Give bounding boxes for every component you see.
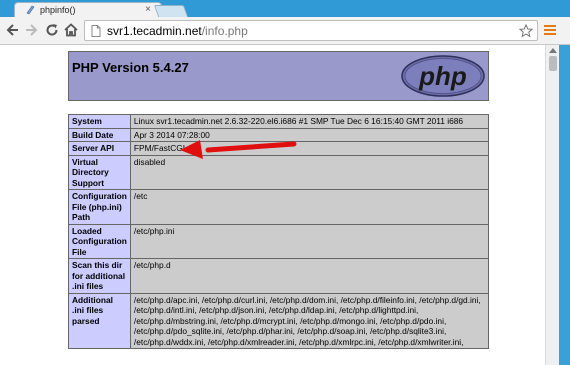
row-label: Loaded Configuration File: [68, 223, 131, 259]
row-label: Virtual Directory Support: [68, 154, 131, 190]
php-logo-text: php: [418, 61, 467, 91]
row-label: Scan this dir for additional .ini files: [68, 258, 131, 294]
menu-bar-icon: [544, 29, 556, 31]
table-row: System Linux svr1.tecadmin.net 2.6.32-220…: [68, 114, 490, 129]
url-path: /info.php: [201, 23, 248, 38]
row-label: Additional .ini files parsed: [68, 292, 131, 349]
row-label: Server API: [68, 141, 131, 156]
annotation-arrow-icon: [180, 140, 297, 159]
forward-button[interactable]: [23, 22, 39, 38]
window-border: [559, 45, 570, 365]
url-host: svr1.tecadmin.net: [107, 23, 202, 38]
menu-bar-icon: [544, 33, 556, 35]
menu-bar-icon: [544, 25, 556, 27]
row-value: /etc/php.d: [129, 258, 490, 294]
php-logo[interactable]: php: [401, 55, 485, 97]
page-title: PHP Version 5.4.27: [72, 60, 189, 75]
scroll-thumb[interactable]: [549, 56, 557, 71]
tab-strip: phpinfo() ×: [0, 0, 570, 17]
home-icon: [64, 23, 78, 37]
page-favicon-icon: [25, 5, 35, 15]
row-value: Linux svr1.tecadmin.net 2.6.32-220.el6.i…: [129, 114, 490, 129]
reload-icon: [46, 24, 58, 36]
browser-window: phpinfo() × svr1.tecadmin.net /info.php …: [0, 0, 570, 365]
table-row: Virtual Directory Support disabled: [68, 154, 490, 190]
table-row: Additional .ini files parsed/etc/php.d/a…: [68, 292, 490, 349]
php-header: PHP Version 5.4.27 php: [68, 51, 489, 101]
row-label: Build Date: [68, 127, 131, 142]
row-label: System: [68, 114, 131, 129]
chrome-menu-button[interactable]: [543, 23, 557, 37]
table-row: Loaded Configuration File/etc/php.ini: [68, 223, 490, 259]
back-button[interactable]: [5, 22, 21, 38]
reload-button[interactable]: [44, 22, 60, 38]
arrow-left-icon: [6, 24, 18, 36]
close-tab-icon[interactable]: ×: [143, 5, 153, 15]
scroll-up-arrow-icon[interactable]: [549, 48, 557, 53]
address-bar[interactable]: svr1.tecadmin.net/info.php: [84, 20, 538, 41]
vertical-scrollbar[interactable]: [545, 45, 559, 365]
page-viewport: PHP Version 5.4.27 php System Linux svr1.…: [0, 45, 545, 365]
toolbar: svr1.tecadmin.net/info.php: [0, 17, 570, 45]
table-row: Configuration File (php.ini) Path/etc: [68, 189, 490, 225]
row-value: /etc/php.d/apc.ini, /etc/php.d/curl.ini,…: [129, 292, 490, 349]
tab-title: phpinfo(): [40, 5, 76, 15]
bookmark-star-icon[interactable]: [519, 24, 533, 38]
row-value: disabled: [129, 154, 490, 190]
table-row: Scan this dir for additional .ini files /…: [68, 258, 490, 294]
arrow-right-icon: [26, 24, 38, 36]
tab-phpinfo[interactable]: phpinfo() ×: [14, 2, 162, 17]
row-value: /etc: [129, 189, 490, 225]
home-button[interactable]: [63, 22, 79, 38]
page-icon: [91, 24, 101, 37]
new-tab-button[interactable]: [153, 5, 189, 17]
row-label: Configuration File (php.ini) Path: [68, 189, 131, 225]
row-value: /etc/php.ini: [129, 223, 490, 259]
